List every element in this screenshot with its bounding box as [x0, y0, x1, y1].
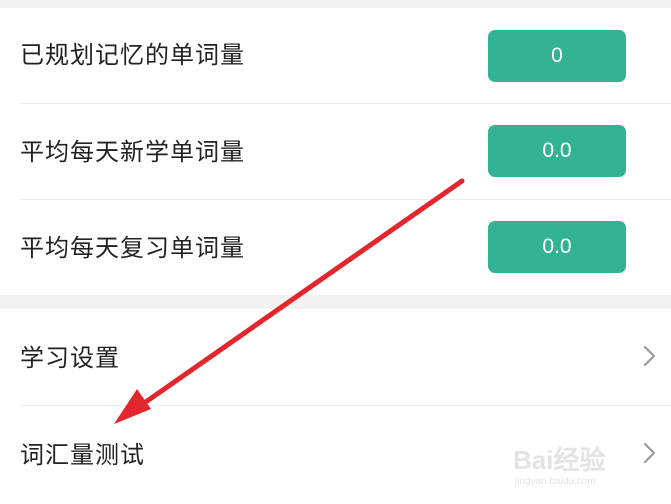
- stat-label: 平均每天复习单词量: [20, 234, 245, 262]
- baidu-jingyan-watermark: Bai经验 jingyan.baidu.com: [505, 432, 655, 492]
- chevron-right-icon: [643, 345, 656, 367]
- watermark-brand: Bai经验: [513, 445, 606, 475]
- vocabulary-settings-screen: 已规划记忆的单词量 0 平均每天新学单词量 0.0 平均每天复习单词量 0.0 …: [0, 0, 671, 504]
- daily-new-words-value-button[interactable]: 0.0: [488, 125, 626, 177]
- stat-label: 已规划记忆的单词量: [20, 41, 245, 69]
- settings-item-label: 词汇量测试: [20, 441, 145, 469]
- watermark-url: jingyan.baidu.com: [515, 476, 596, 487]
- planned-words-value-button[interactable]: 0: [488, 30, 626, 82]
- stat-row-planned-words: 已规划记忆的单词量 0: [0, 8, 671, 103]
- section-gap-top: [0, 0, 671, 8]
- settings-item-label: 学习设置: [20, 344, 120, 372]
- stat-label: 平均每天新学单词量: [20, 138, 245, 166]
- settings-item-study-settings[interactable]: 学习设置: [0, 309, 671, 405]
- stat-row-daily-review-words: 平均每天复习单词量 0.0: [0, 200, 671, 295]
- section-gap: [0, 295, 671, 309]
- daily-review-words-value-button[interactable]: 0.0: [488, 221, 626, 273]
- stat-row-daily-new-words: 平均每天新学单词量 0.0: [0, 104, 671, 199]
